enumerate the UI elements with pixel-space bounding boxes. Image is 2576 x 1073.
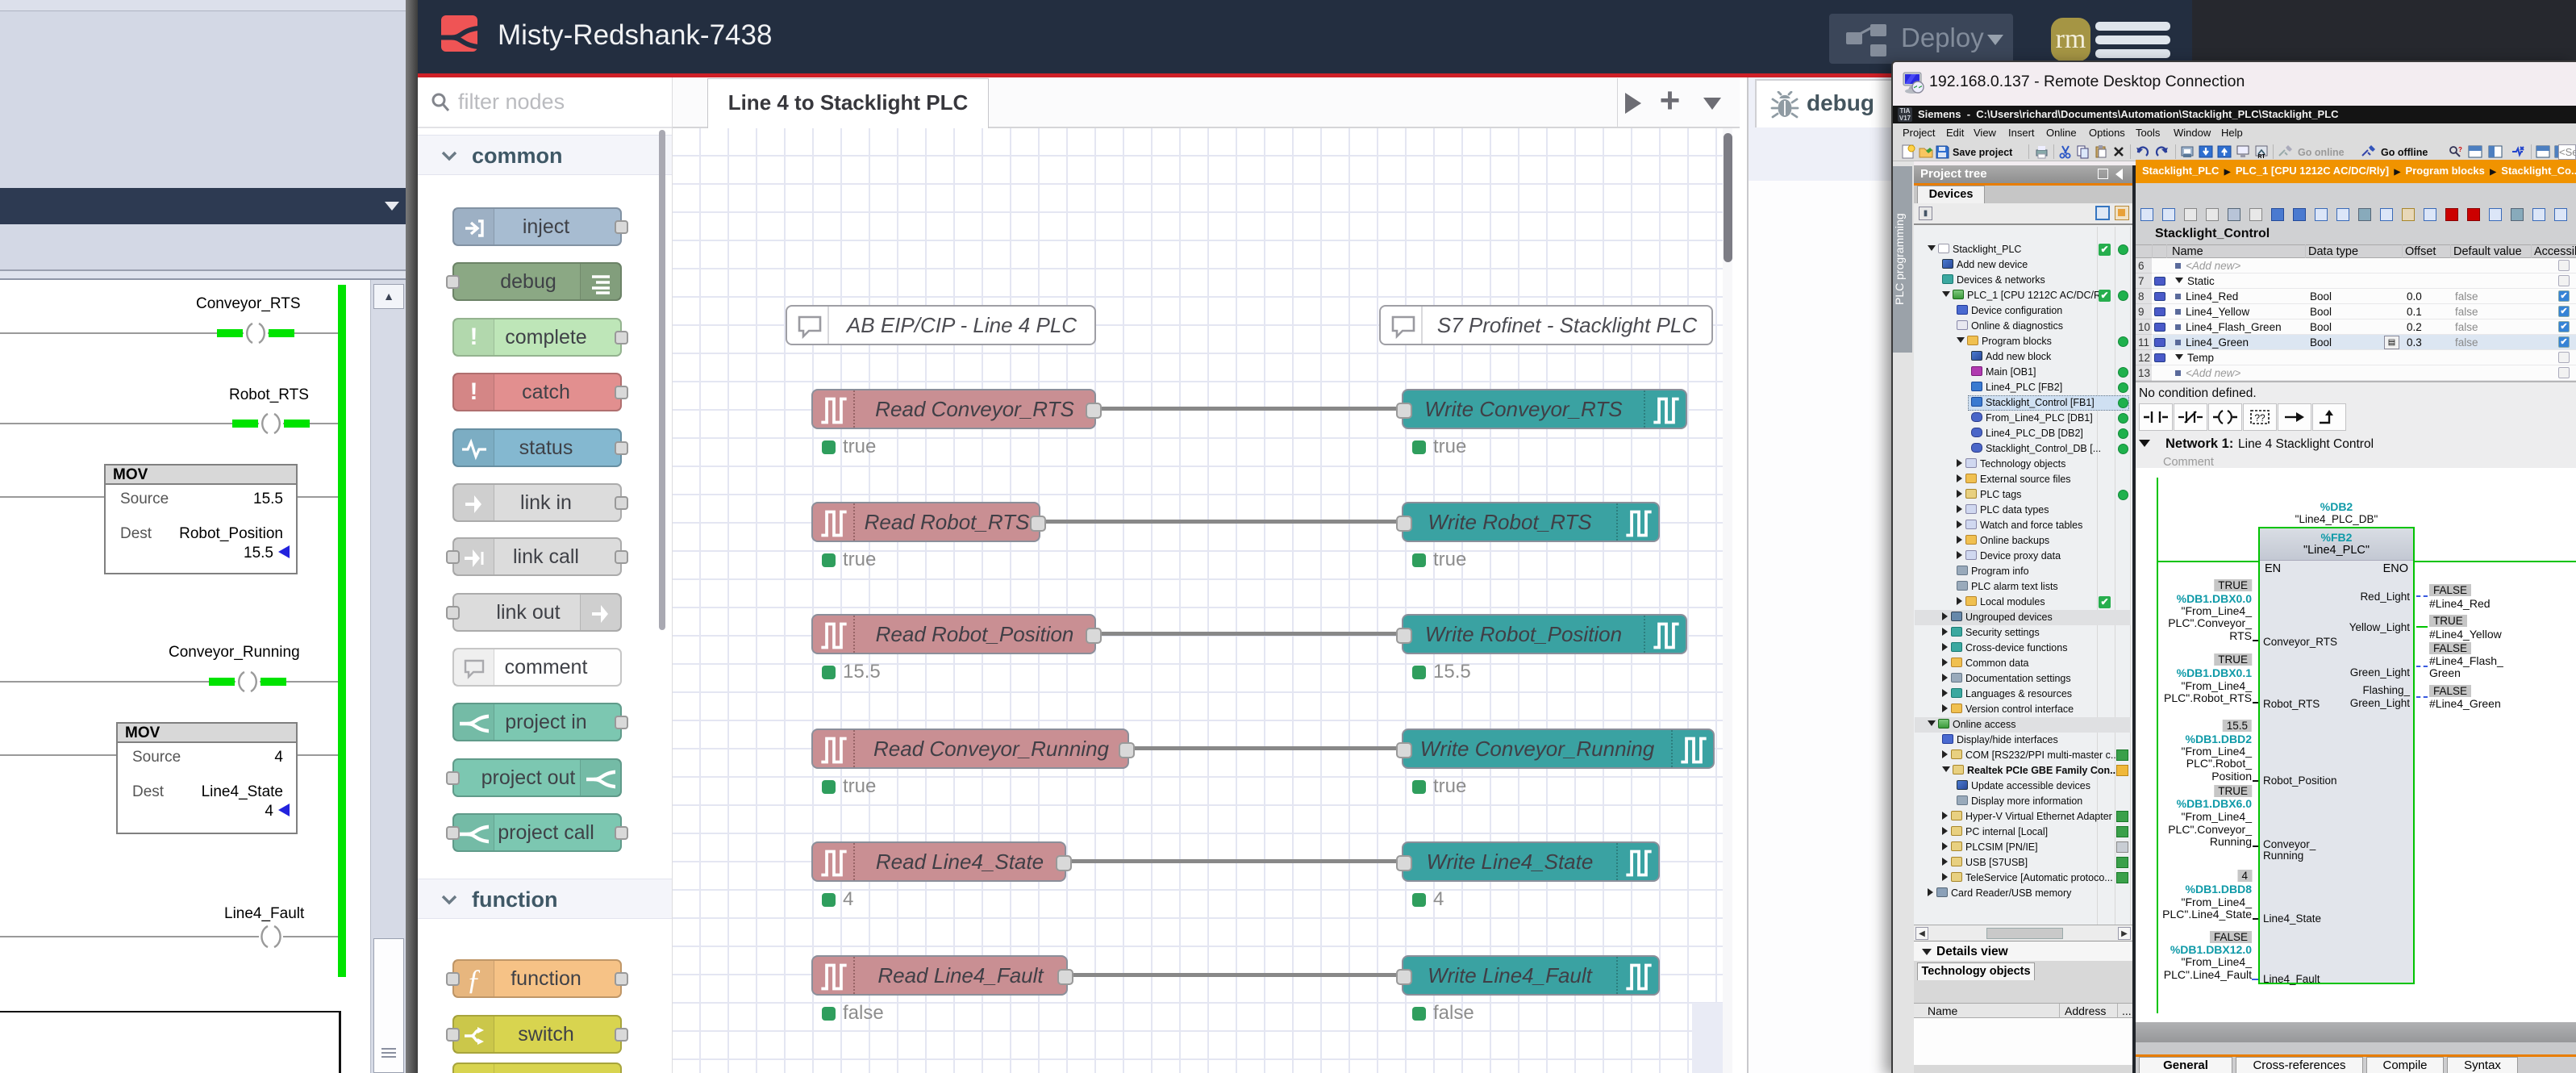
svg-text:RT: RT (2257, 154, 2265, 159)
svg-text:??: ?? (2254, 412, 2265, 424)
svg-text:?: ? (2458, 146, 2462, 153)
